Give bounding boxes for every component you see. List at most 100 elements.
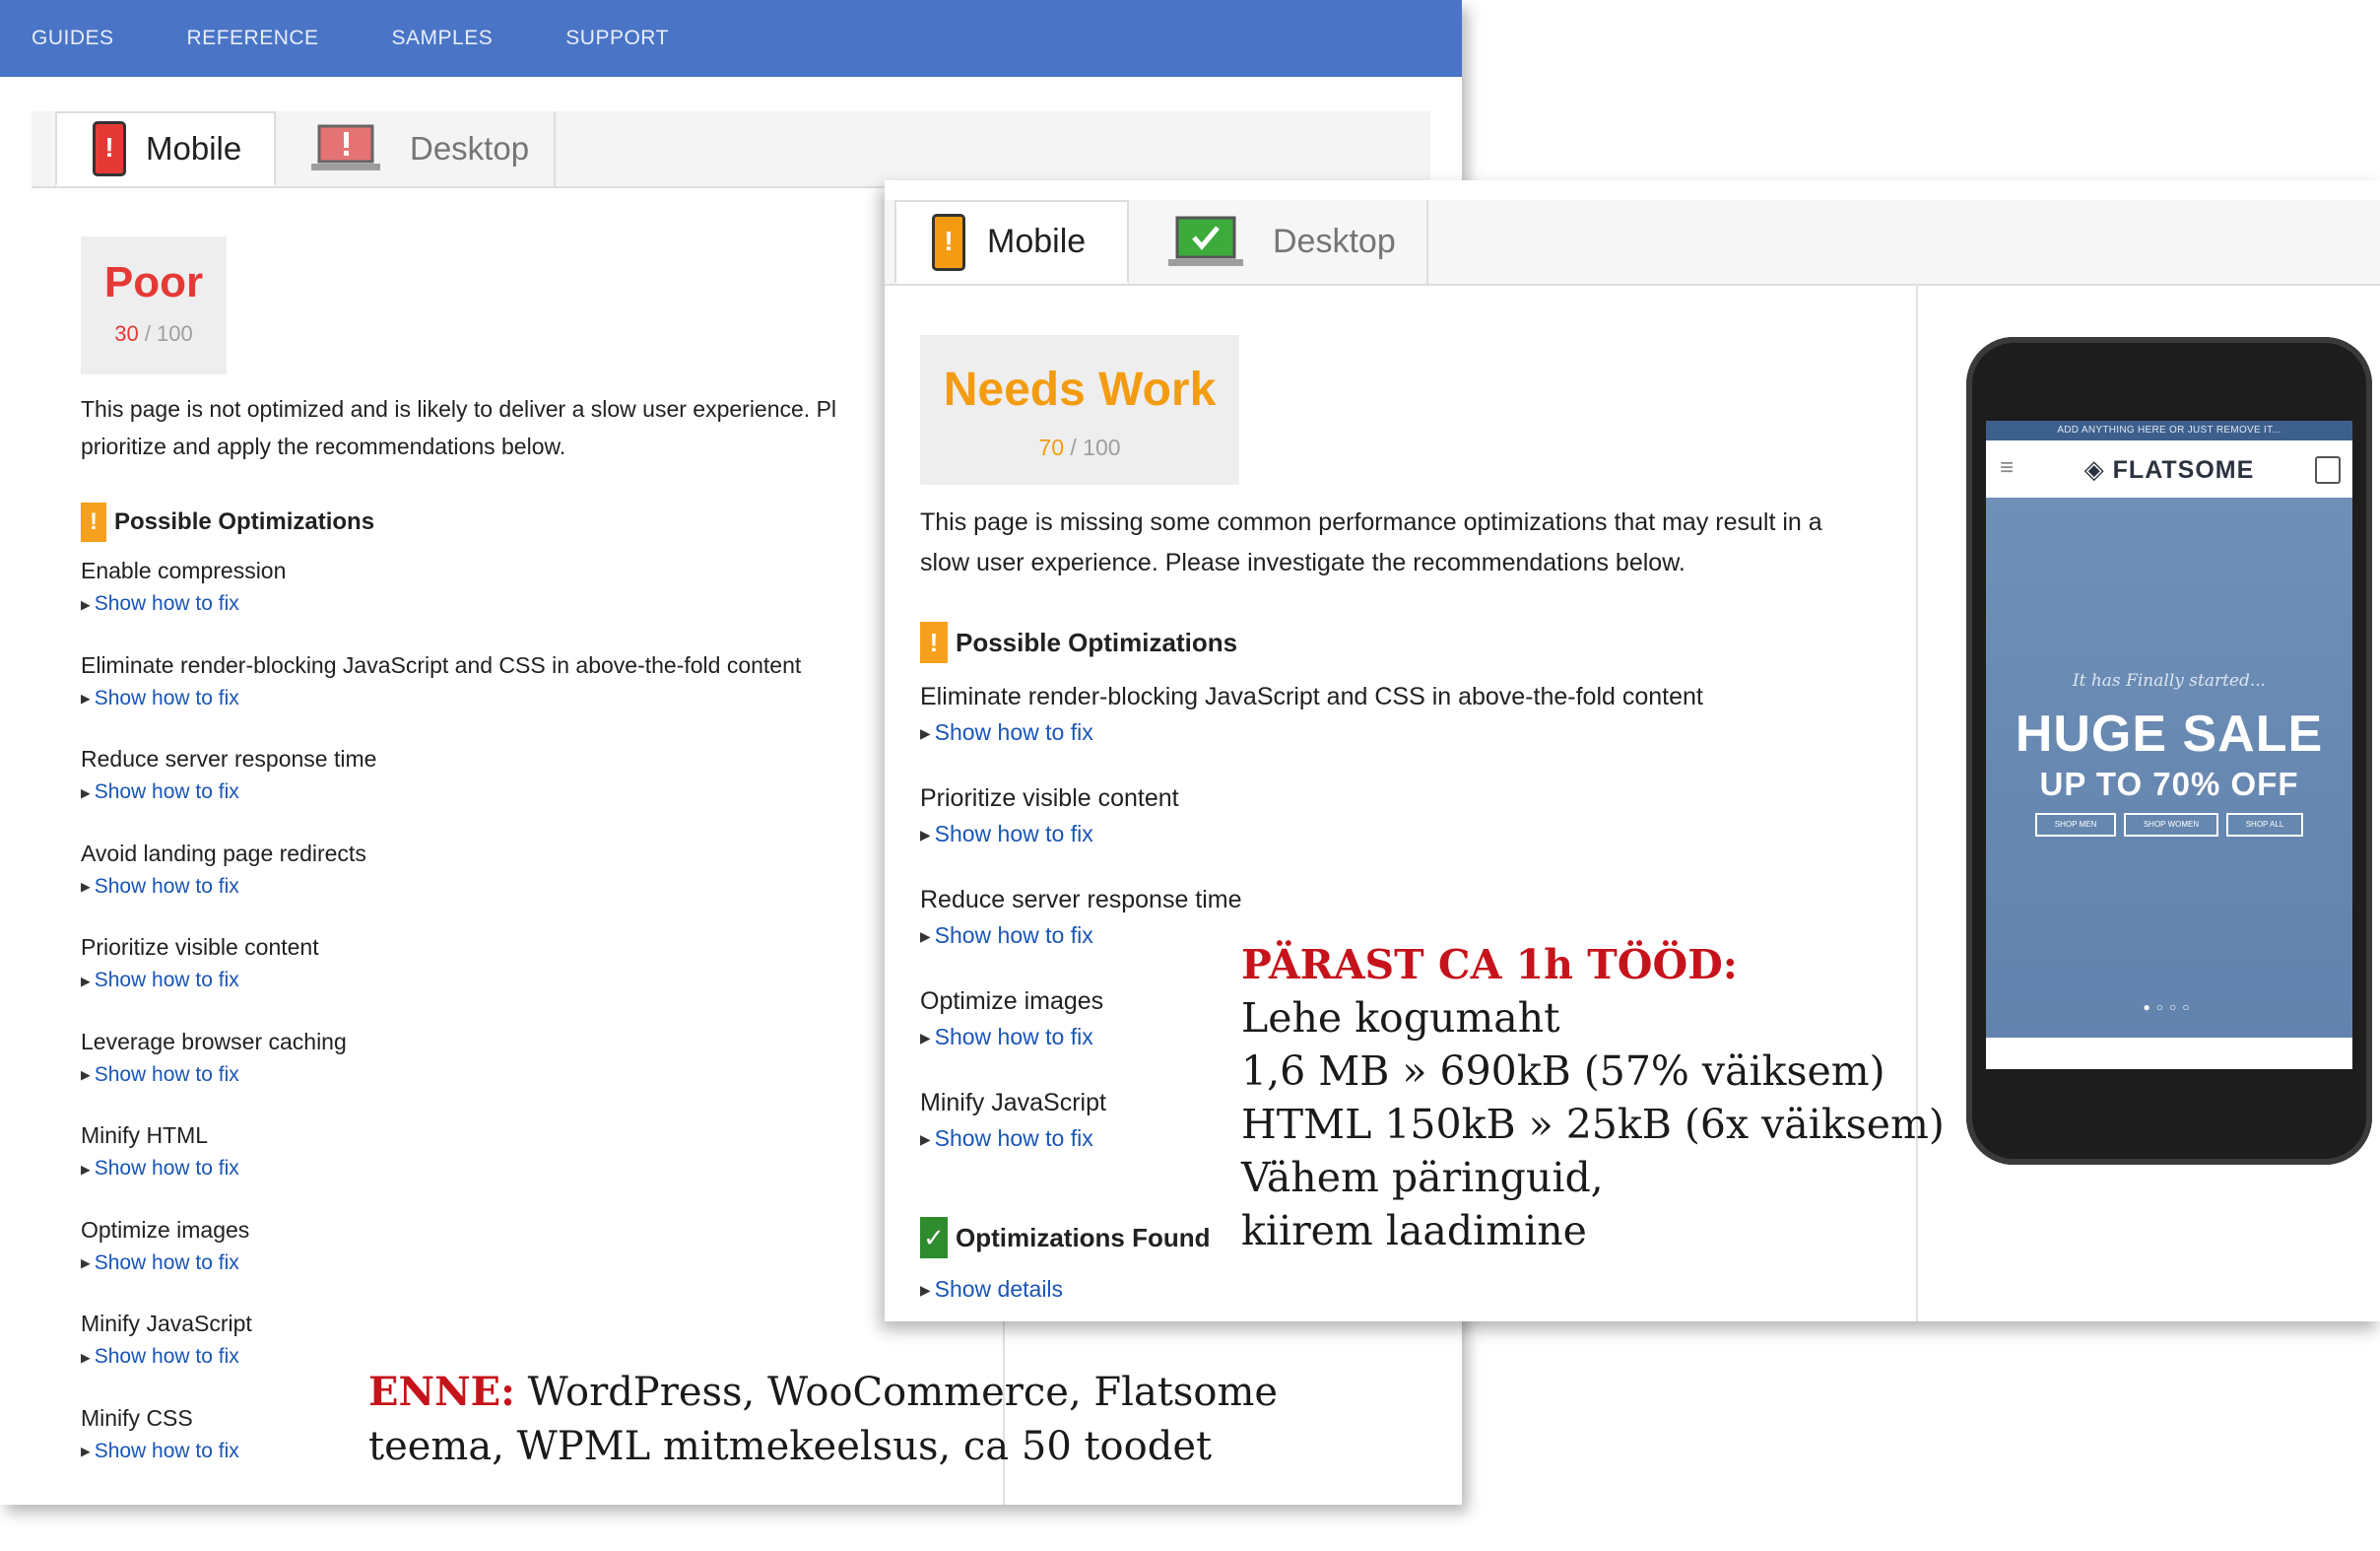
before-annotation-line-2: teema, WPML mitmekeelsus, ca 50 toodet bbox=[368, 1424, 1213, 1469]
optimization-item: Avoid landing page redirects ▶ Show how to… bbox=[81, 841, 366, 899]
optimization-item: Minify JavaScript ▶ Show how to fix bbox=[920, 1089, 1106, 1152]
tab-mobile-label: Mobile bbox=[146, 130, 242, 167]
show-how-to-fix-link[interactable]: ▶ Show how to fix bbox=[81, 1440, 239, 1463]
after-annotation-title: PÄRAST CA 1h TÖÖD: bbox=[1241, 941, 1738, 988]
summary-text: This page is not optimized and is likely… bbox=[81, 390, 836, 465]
expand-triangle-icon: ▶ bbox=[920, 725, 931, 741]
store-topbar-text: ADD ANYTHING HERE OR JUST REMOVE IT... bbox=[1986, 421, 2352, 440]
nav-samples[interactable]: SAMPLES bbox=[392, 27, 494, 50]
logo-diamond-icon: ◈ bbox=[2083, 454, 2105, 484]
nav-guides[interactable]: GUIDES bbox=[32, 27, 114, 50]
show-details-link[interactable]: ▶ Show details bbox=[920, 1276, 1063, 1303]
before-annotation: ENNE: WordPress, WooCommerce, Flatsome t… bbox=[368, 1365, 1278, 1474]
after-annotation-line: Vähem päringuid, bbox=[1241, 1154, 1604, 1201]
tab-desktop[interactable]: Desktop bbox=[276, 111, 556, 186]
cart-icon bbox=[2315, 456, 2341, 484]
shop-men-button[interactable]: SHOP MEN bbox=[2035, 813, 2116, 837]
score-value: 30 bbox=[114, 321, 139, 346]
hero-headline: HUGE SALE bbox=[2015, 706, 2324, 763]
optimization-item: Leverage browser caching ▶ Show how to fix bbox=[81, 1029, 347, 1087]
optimizations-found-label: Optimizations Found bbox=[956, 1222, 1211, 1252]
summary-line-1: This page is missing some common perform… bbox=[920, 508, 1822, 536]
check-icon: ✓ bbox=[920, 1217, 948, 1258]
expand-triangle-icon: ▶ bbox=[920, 1030, 931, 1045]
desktop-laptop-check-icon bbox=[1168, 216, 1243, 269]
shop-all-button[interactable]: SHOP ALL bbox=[2226, 813, 2303, 837]
optimization-title: Optimize images bbox=[81, 1216, 250, 1243]
tab-mobile[interactable]: ! Mobile bbox=[55, 111, 276, 186]
optimization-item: Eliminate render-blocking JavaScript and… bbox=[920, 683, 1703, 746]
optimization-item: Minify CSS ▶ Show how to fix bbox=[81, 1405, 239, 1463]
summary-line-2: prioritize and apply the recommendations… bbox=[81, 434, 566, 459]
tab-desktop-after[interactable]: Desktop bbox=[1129, 200, 1428, 284]
optimization-title: Prioritize visible content bbox=[920, 784, 1179, 812]
after-annotation-line: Lehe kogumaht bbox=[1241, 994, 1560, 1042]
show-how-to-fix-link[interactable]: ▶ Show how to fix bbox=[81, 875, 366, 899]
expand-triangle-icon: ▶ bbox=[81, 1256, 91, 1271]
tab-mobile-after[interactable]: ! Mobile bbox=[894, 200, 1129, 284]
before-annotation-line-1: WordPress, WooCommerce, Flatsome bbox=[514, 1370, 1279, 1415]
warning-icon: ! bbox=[81, 503, 106, 542]
slider-dots[interactable]: ●○○○ bbox=[1986, 1000, 2352, 1014]
nav-support[interactable]: SUPPORT bbox=[565, 27, 669, 50]
optimization-item: Prioritize visible content ▶ Show how to f… bbox=[81, 934, 319, 992]
show-how-to-fix-link[interactable]: ▶ Show how to fix bbox=[81, 780, 376, 804]
show-how-to-fix-link[interactable]: ▶ Show how to fix bbox=[920, 821, 1179, 847]
hero-script-text: It has Finally started... bbox=[2072, 671, 2267, 691]
show-how-to-fix-link[interactable]: ▶ Show how to fix bbox=[81, 1157, 239, 1180]
optimization-title: Optimize images bbox=[920, 987, 1104, 1015]
optimization-item: Optimize images ▶ Show how to fix bbox=[920, 987, 1103, 1050]
show-how-to-fix-link[interactable]: ▶ Show how to fix bbox=[81, 687, 801, 710]
show-how-to-fix-link[interactable]: ▶ Show how to fix bbox=[81, 1345, 252, 1369]
optimization-title: Eliminate render-blocking JavaScript and… bbox=[81, 651, 802, 678]
show-how-to-fix-link[interactable]: ▶ Show how to fix bbox=[920, 719, 1703, 746]
expand-triangle-icon: ▶ bbox=[81, 974, 91, 988]
expand-triangle-icon: ▶ bbox=[81, 1350, 91, 1365]
optimization-item: Minify JavaScript ▶ Show how to fix bbox=[81, 1311, 252, 1369]
store-header: ≡ ◈ FLATSOME bbox=[1986, 440, 2352, 498]
optimization-item: Eliminate render-blocking JavaScript and… bbox=[81, 652, 801, 710]
tab-desktop-label: Desktop bbox=[1273, 223, 1396, 260]
desktop-laptop-icon bbox=[311, 124, 380, 173]
show-how-to-fix-link[interactable]: ▶ Show how to fix bbox=[920, 1024, 1103, 1050]
shop-women-button[interactable]: SHOP WOMEN bbox=[2124, 813, 2218, 837]
possible-optimizations-heading-after: ! Possible Optimizations bbox=[920, 622, 1237, 663]
possible-optimizations-heading: ! Possible Optimizations bbox=[81, 503, 374, 542]
show-how-to-fix-link[interactable]: ▶ Show how to fix bbox=[920, 922, 1242, 949]
device-tabbar-after: ! Mobile Desktop bbox=[885, 200, 2380, 286]
expand-triangle-icon: ▶ bbox=[81, 1162, 91, 1177]
device-tabbar: ! Mobile Desktop bbox=[32, 111, 1430, 188]
show-how-to-fix-link[interactable]: ▶ Show how to fix bbox=[81, 592, 286, 616]
optimization-item: Minify HTML ▶ Show how to fix bbox=[81, 1122, 239, 1180]
optimization-item: Reduce server response time ▶ Show how to … bbox=[920, 886, 1242, 949]
score-label: Needs Work bbox=[943, 364, 1217, 416]
optimization-title: Minify HTML bbox=[81, 1122, 209, 1148]
warning-icon: ! bbox=[920, 622, 948, 663]
optimization-title: Leverage browser caching bbox=[81, 1028, 347, 1054]
score-card: Poor 30 / 100 bbox=[81, 236, 227, 374]
show-how-to-fix-link[interactable]: ▶ Show how to fix bbox=[920, 1125, 1106, 1152]
before-annotation-label: ENNE: bbox=[368, 1369, 515, 1415]
store-logo: ◈ FLATSOME bbox=[2083, 454, 2255, 484]
expand-triangle-icon: ▶ bbox=[920, 827, 931, 843]
phone-preview: ADD ANYTHING HERE OR JUST REMOVE IT... ≡… bbox=[1966, 337, 2372, 1165]
nav-reference[interactable]: REFERENCE bbox=[187, 27, 319, 50]
optimization-title: Minify JavaScript bbox=[81, 1311, 252, 1336]
optimization-title: Enable compression bbox=[81, 558, 287, 583]
expand-triangle-icon: ▶ bbox=[920, 928, 931, 944]
hero-subline: UP TO 70% OFF bbox=[2039, 766, 2299, 802]
after-annotation-line: HTML 150kB » 25kB (6x väiksem) bbox=[1241, 1101, 1945, 1148]
possible-optimizations-label: Possible Optimizations bbox=[114, 508, 375, 535]
after-annotation: PÄRAST CA 1h TÖÖD: Lehe kogumaht 1,6 MB … bbox=[1241, 938, 1945, 1257]
tab-mobile-label: Mobile bbox=[987, 223, 1087, 260]
optimization-item: Enable compression ▶ Show how to fix bbox=[81, 558, 286, 616]
optimization-title: Prioritize visible content bbox=[81, 934, 319, 960]
optimization-title: Reduce server response time bbox=[920, 886, 1242, 913]
show-how-to-fix-link[interactable]: ▶ Show how to fix bbox=[81, 969, 319, 992]
score-value: 70 bbox=[1038, 435, 1065, 460]
expand-triangle-icon: ▶ bbox=[81, 1445, 91, 1459]
show-how-to-fix-link[interactable]: ▶ Show how to fix bbox=[81, 1063, 347, 1087]
expand-triangle-icon: ▶ bbox=[920, 1131, 931, 1147]
show-how-to-fix-link[interactable]: ▶ Show how to fix bbox=[81, 1251, 249, 1275]
optimization-title: Eliminate render-blocking JavaScript and… bbox=[920, 683, 1703, 710]
